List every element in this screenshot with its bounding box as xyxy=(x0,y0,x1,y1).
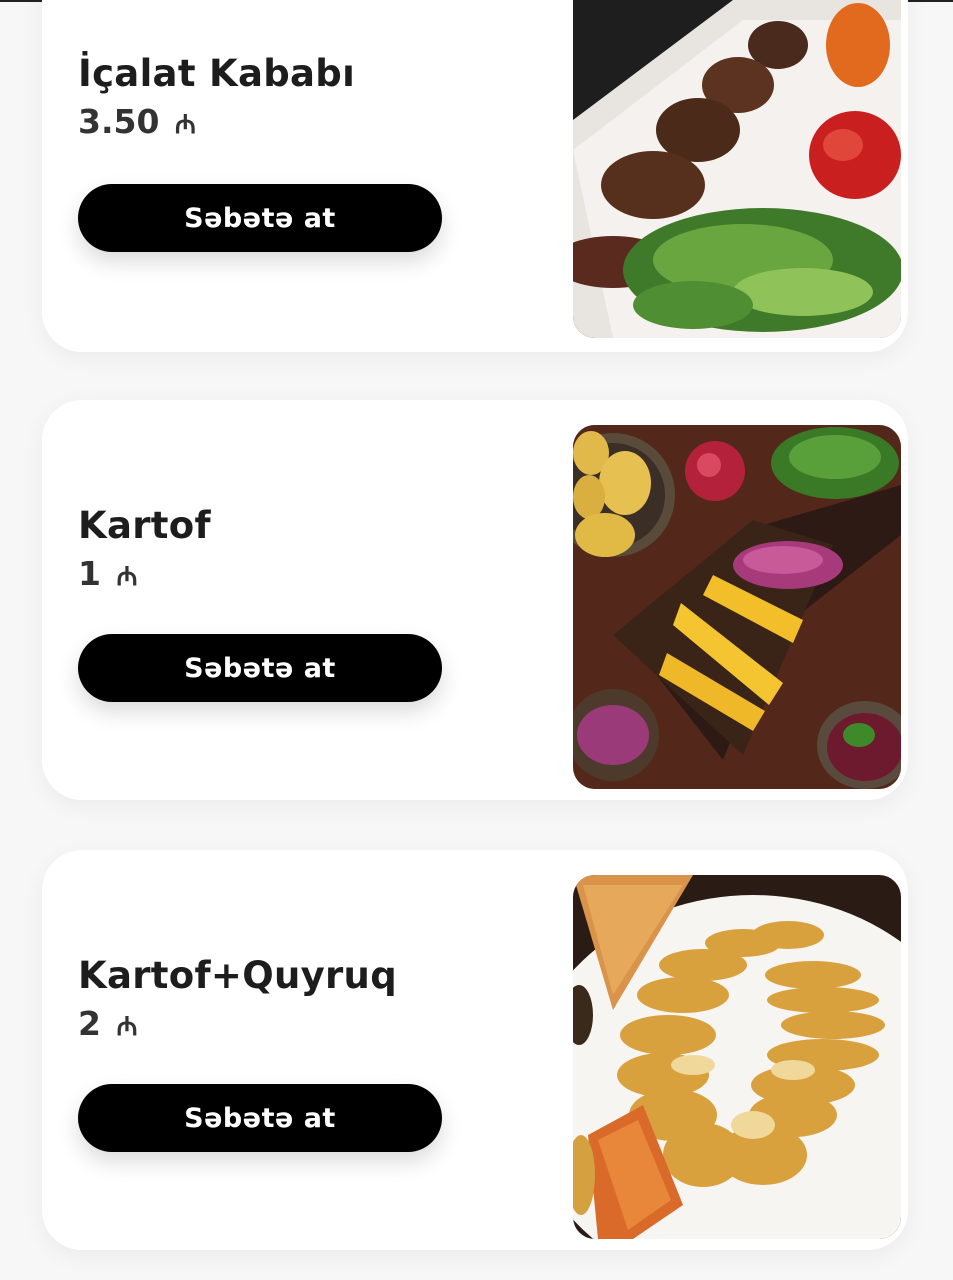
kebab-plate-image xyxy=(573,0,901,338)
currency-symbol: ₼ xyxy=(116,1012,138,1042)
currency-symbol: ₼ xyxy=(174,110,196,140)
menu-item-card[interactable]: Kartof 1 ₼ Səbətə at xyxy=(42,400,908,800)
potato-slices-plate-photo xyxy=(573,875,901,1239)
add-to-cart-button[interactable]: Səbətə at xyxy=(78,184,442,252)
add-to-cart-button[interactable]: Səbətə at xyxy=(78,1084,442,1152)
menu-item-price: 1 ₼ xyxy=(78,554,211,597)
currency-symbol: ₼ xyxy=(116,562,138,592)
menu-item-price: 3.50 ₼ xyxy=(78,102,355,145)
potato-kebab-board-photo xyxy=(573,425,901,789)
menu-item-info: İçalat Kababı 3.50 ₼ xyxy=(78,52,355,145)
menu-item-info: Kartof+Quyruq 2 ₼ xyxy=(78,954,397,1047)
menu-item-price: 2 ₼ xyxy=(78,1004,397,1047)
potato-slices-image xyxy=(573,875,901,1239)
menu-item-name: İçalat Kababı xyxy=(78,52,356,95)
menu-item-card[interactable]: Kartof+Quyruq 2 ₼ Səbətə at xyxy=(42,850,908,1250)
menu-item-name: Kartof xyxy=(78,504,211,547)
menu-item-info: Kartof 1 ₼ xyxy=(78,504,211,597)
menu-item-card[interactable]: İçalat Kababı 3.50 ₼ Səbətə at xyxy=(42,0,908,352)
kebab-plate-photo xyxy=(573,0,901,338)
price-value: 2 xyxy=(78,1004,101,1043)
menu-item-name: Kartof+Quyruq xyxy=(78,954,397,997)
potato-kebab-image xyxy=(573,425,901,789)
price-value: 1 xyxy=(78,554,101,593)
price-value: 3.50 xyxy=(78,102,160,141)
add-to-cart-button[interactable]: Səbətə at xyxy=(78,634,442,702)
